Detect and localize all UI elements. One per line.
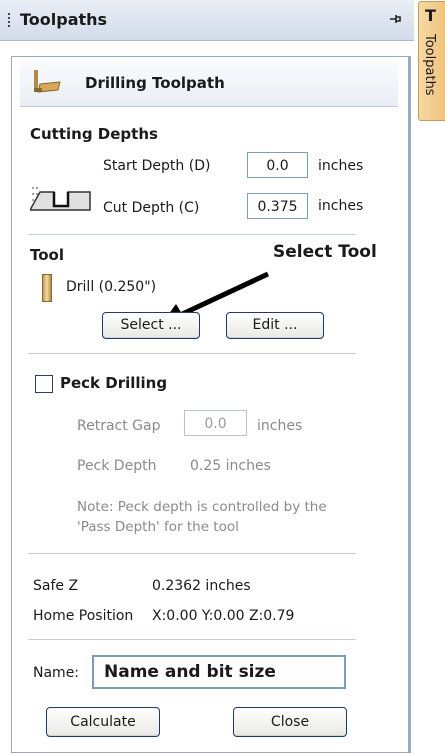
drill-bit-icon bbox=[42, 274, 52, 302]
peck-depth-value: 0.25 inches bbox=[190, 458, 271, 474]
drill-toolpath-icon bbox=[32, 70, 62, 94]
home-position-label: Home Position bbox=[33, 608, 134, 624]
peck-drilling-checkbox[interactable] bbox=[35, 375, 53, 393]
select-tool-annotation: Select Tool bbox=[273, 242, 377, 262]
peck-note-line2: 'Pass Depth' for the tool bbox=[77, 519, 239, 535]
close-button[interactable]: Close bbox=[233, 707, 347, 737]
start-depth-input[interactable]: 0.0 bbox=[247, 152, 308, 178]
divider bbox=[28, 234, 356, 235]
safe-z-value: 0.2362 inches bbox=[152, 578, 251, 594]
panel-title: Toolpaths bbox=[20, 10, 108, 29]
edit-tool-button[interactable]: Edit ... bbox=[226, 312, 324, 339]
cutting-depths-heading: Cutting Depths bbox=[30, 125, 158, 143]
start-depth-label: Start Depth (D) bbox=[103, 158, 211, 174]
cut-depth-input[interactable]: 0.375 bbox=[247, 193, 308, 219]
name-label: Name: bbox=[33, 665, 80, 681]
home-position-value: X:0.00 Y:0.00 Z:0.79 bbox=[152, 608, 295, 624]
tool-heading: Tool bbox=[30, 246, 64, 264]
side-tab-label: Toolpaths bbox=[422, 34, 437, 96]
cut-depth-unit: inches bbox=[318, 198, 364, 214]
select-tool-button[interactable]: Select ... bbox=[102, 312, 200, 339]
retract-gap-unit: inches bbox=[257, 418, 303, 434]
peck-drilling-label: Peck Drilling bbox=[60, 374, 168, 392]
divider bbox=[28, 639, 356, 640]
toolpath-name-input[interactable]: Name and bit size bbox=[92, 655, 346, 689]
retract-gap-label: Retract Gap bbox=[77, 418, 161, 434]
peck-note-line1: Note: Peck depth is controlled by the bbox=[77, 499, 327, 515]
depth-diagram-icon bbox=[28, 178, 94, 212]
retract-gap-input[interactable]: 0.0 bbox=[184, 410, 247, 436]
tool-name: Drill (0.250") bbox=[66, 279, 157, 295]
drag-grip-icon[interactable] bbox=[8, 13, 13, 27]
peck-depth-label: Peck Depth bbox=[77, 458, 157, 474]
divider bbox=[28, 353, 356, 354]
cut-depth-label: Cut Depth (C) bbox=[103, 200, 200, 216]
safe-z-label: Safe Z bbox=[33, 578, 79, 594]
toolpath-title: Drilling Toolpath bbox=[85, 74, 225, 92]
toolpaths-tab-icon: T bbox=[425, 6, 436, 25]
pin-icon[interactable] bbox=[388, 11, 402, 30]
divider bbox=[28, 553, 356, 554]
start-depth-unit: inches bbox=[318, 158, 364, 174]
calculate-button[interactable]: Calculate bbox=[46, 707, 160, 737]
side-tab-toolpaths[interactable]: T Toolpaths bbox=[418, 1, 445, 121]
